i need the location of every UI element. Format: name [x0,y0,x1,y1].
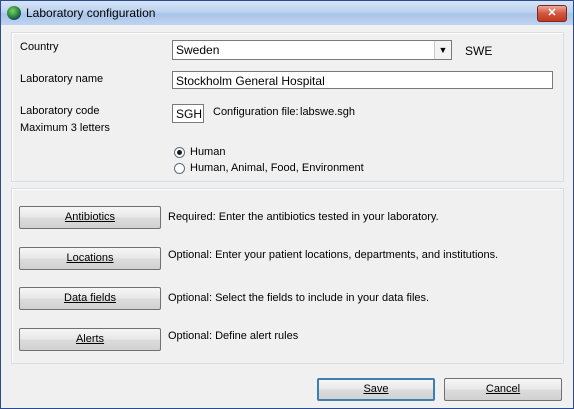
lab-code-field[interactable]: SGH [172,104,204,123]
antibiotics-description: Required: Enter the antibiotics tested i… [168,211,439,223]
title-bar[interactable]: Laboratory configuration ✕ [1,1,573,25]
alerts-button[interactable]: Alerts [19,328,161,351]
globe-icon [7,6,21,20]
save-button[interactable]: Save [317,378,435,401]
country-code: SWE [465,44,493,58]
radio-all-sources-label[interactable]: Human, Animal, Food, Environment [190,162,364,174]
config-file-label: Configuration file: [213,106,299,118]
data-fields-description: Optional: Select the fields to include i… [168,292,430,304]
lab-name-field[interactable]: Stockholm General Hospital [172,71,553,89]
chevron-down-icon[interactable]: ▼ [434,41,451,59]
cancel-button[interactable]: Cancel [444,378,562,401]
lab-code-hint: Maximum 3 letters [20,122,110,134]
window-title: Laboratory configuration [26,6,156,20]
lab-code-label: Laboratory code [20,105,100,117]
country-label: Country [20,41,59,53]
alerts-description: Optional: Define alert rules [168,330,299,342]
data-fields-button[interactable]: Data fields [19,287,161,310]
config-file-name: labswe.sgh [300,106,356,118]
radio-human[interactable] [174,147,185,158]
locations-description: Optional: Enter your patient locations, … [168,249,499,261]
locations-button[interactable]: Locations [19,247,161,270]
close-button[interactable]: ✕ [537,5,567,22]
country-value: Sweden [176,43,220,57]
lab-name-label: Laboratory name [20,73,104,85]
antibiotics-button[interactable]: Antibiotics [19,206,161,229]
country-select[interactable]: Sweden ▼ [172,40,452,60]
laboratory-configuration-window: Laboratory configuration ✕ Country Swede… [0,0,574,409]
radio-all-sources[interactable] [174,163,185,174]
radio-human-label[interactable]: Human [190,146,225,158]
